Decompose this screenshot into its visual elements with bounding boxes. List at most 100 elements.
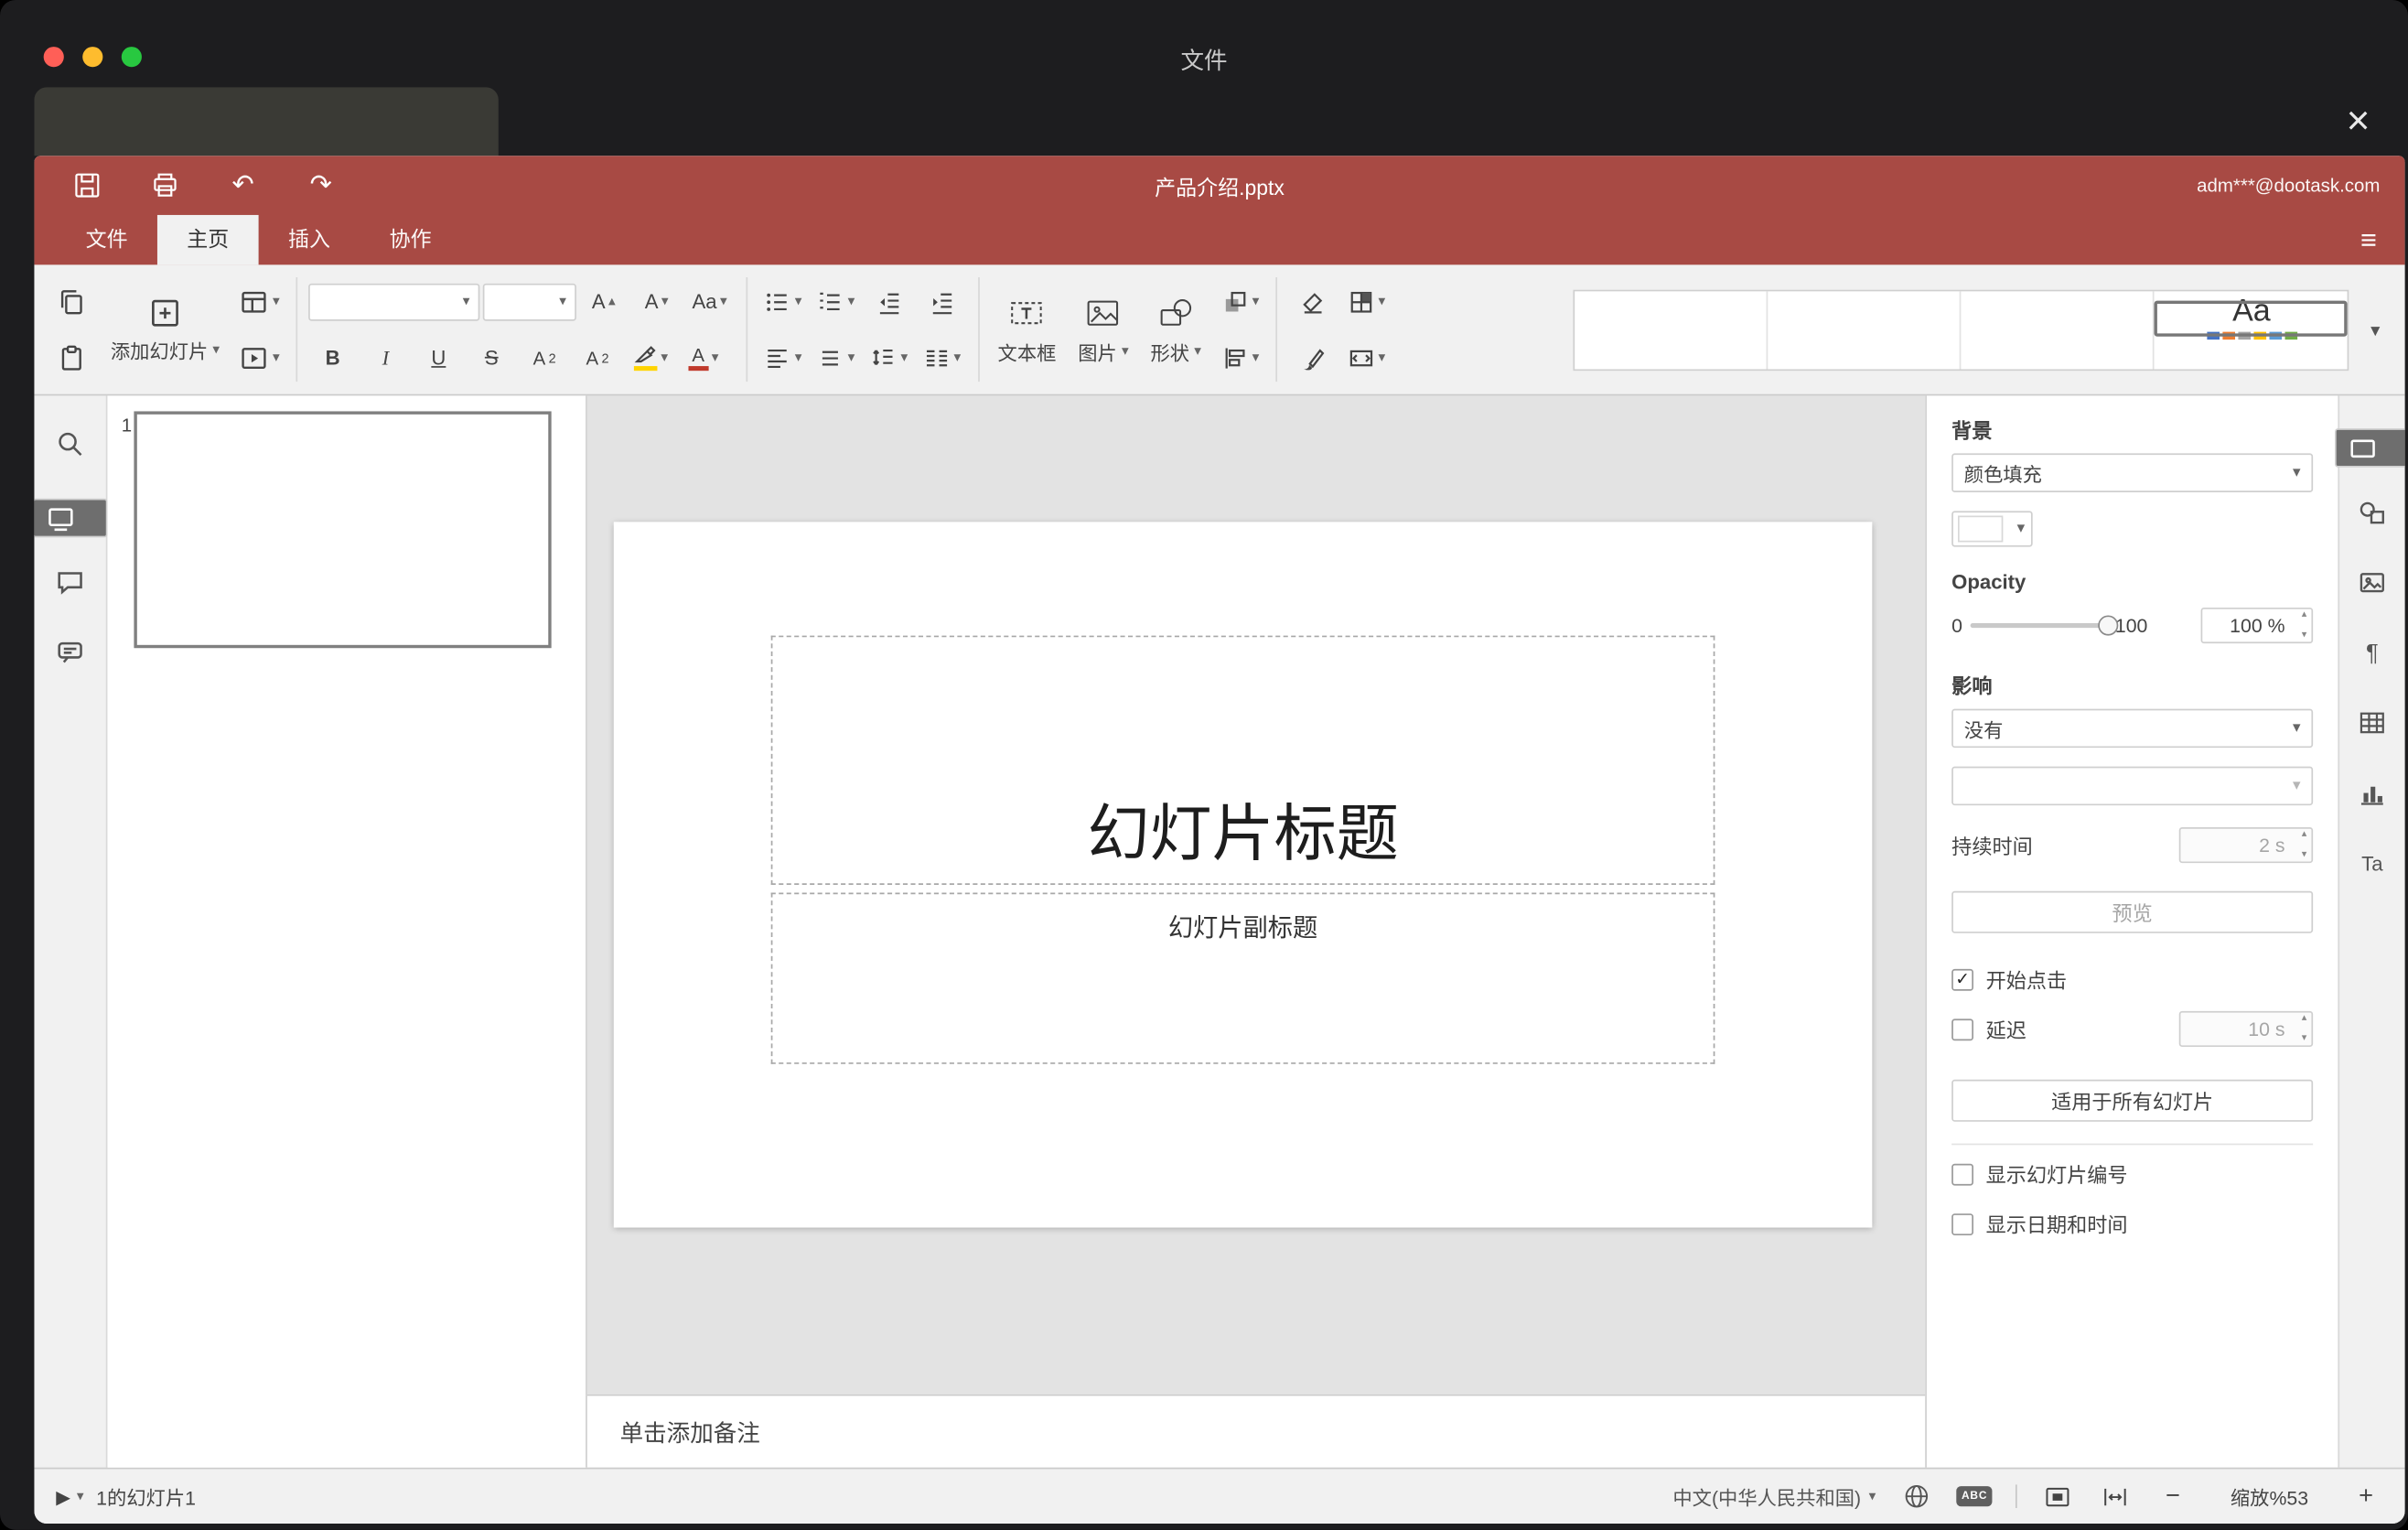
- horizontal-align-button[interactable]: ▾: [758, 336, 807, 380]
- close-icon[interactable]: ×: [2333, 93, 2382, 146]
- opacity-slider[interactable]: [1970, 615, 2119, 636]
- canvas-column: 幻灯片标题 幻灯片副标题 单击添加备注: [586, 395, 1926, 1468]
- vertical-align-button[interactable]: ▾: [811, 336, 860, 380]
- italic-button[interactable]: I: [360, 336, 410, 380]
- spinner-icons[interactable]: ▴ ▾: [2302, 1013, 2307, 1043]
- font-size-select[interactable]: ▾: [482, 282, 576, 320]
- slide-layout-icon[interactable]: ▾: [233, 280, 284, 324]
- zoom-out-icon[interactable]: −: [2155, 1479, 2189, 1513]
- start-slideshow-status-button[interactable]: ▶ ▾: [56, 1485, 83, 1507]
- slide-settings-icon[interactable]: [2334, 428, 2405, 468]
- add-slide-button[interactable]: 添加幻灯片 ▾: [100, 264, 231, 393]
- insert-image-button[interactable]: 图片 ▾: [1067, 264, 1139, 393]
- underline-button[interactable]: U: [414, 336, 463, 380]
- highlight-color-button[interactable]: ▾: [626, 336, 675, 380]
- bullet-list-button[interactable]: ▾: [758, 280, 807, 324]
- chevron-down-icon: ▾: [847, 349, 855, 365]
- image-settings-icon[interactable]: [2348, 557, 2397, 607]
- background-fill-select[interactable]: 颜色填充 ▾: [1951, 453, 2314, 492]
- theme-option-selected[interactable]: Aa: [2154, 296, 2348, 340]
- show-slide-number-checkbox[interactable]: [1951, 1162, 1974, 1185]
- redo-icon[interactable]: ↷: [302, 167, 339, 204]
- shape-settings-icon[interactable]: [2348, 488, 2397, 537]
- chevron-down-icon: ▾: [847, 293, 855, 309]
- delay-checkbox[interactable]: [1951, 1018, 1974, 1040]
- start-on-click-checkbox[interactable]: ✓: [1951, 968, 1974, 990]
- chevron-down-icon: ▾: [1194, 341, 1201, 358]
- effect-option-select[interactable]: ▾: [1951, 766, 2314, 806]
- paragraph-settings-icon[interactable]: ¶: [2348, 628, 2397, 677]
- zoom-in-icon[interactable]: +: [2349, 1479, 2382, 1513]
- title-placeholder[interactable]: 幻灯片标题: [770, 635, 1715, 885]
- search-icon[interactable]: [45, 419, 94, 469]
- increase-indent-button[interactable]: [917, 280, 966, 324]
- table-settings-icon[interactable]: [2348, 698, 2397, 748]
- tab-file[interactable]: 文件: [56, 215, 157, 264]
- tab-home[interactable]: 主页: [156, 214, 259, 265]
- spellcheck-icon[interactable]: ABC: [1956, 1486, 1993, 1507]
- fit-slide-icon[interactable]: [2040, 1479, 2074, 1513]
- background-color-select[interactable]: ▾: [1951, 511, 2033, 547]
- clear-style-icon[interactable]: [1288, 280, 1338, 324]
- paste-icon[interactable]: [47, 336, 96, 380]
- decrease-indent-button[interactable]: [864, 280, 913, 324]
- spinner-icons[interactable]: ▴ ▾: [2302, 609, 2307, 640]
- language-selector[interactable]: 中文(中华人民共和国) ▾: [1672, 1482, 1876, 1511]
- theme-gallery-expand-icon[interactable]: ▾: [2355, 264, 2395, 393]
- arrange-shapes-button[interactable]: ▾: [1215, 280, 1264, 324]
- start-slideshow-icon[interactable]: ▾: [233, 336, 284, 380]
- slide-thumbnail[interactable]: [134, 411, 552, 649]
- effect-select[interactable]: 没有 ▾: [1951, 708, 2314, 749]
- shape-fill-icon[interactable]: ▾: [1341, 280, 1391, 324]
- print-icon[interactable]: [146, 167, 184, 204]
- copy-icon[interactable]: [47, 280, 96, 324]
- bold-button[interactable]: B: [307, 336, 357, 380]
- slides-panel-icon[interactable]: [34, 498, 108, 538]
- spinner-icons[interactable]: ▴ ▾: [2302, 830, 2307, 859]
- fit-width-icon[interactable]: [2098, 1479, 2132, 1513]
- tab-insert[interactable]: 插入: [259, 215, 360, 264]
- preview-button[interactable]: 预览: [1951, 890, 2314, 933]
- theme-option-1[interactable]: [1575, 290, 1768, 369]
- columns-button[interactable]: ▾: [917, 336, 966, 380]
- apply-to-all-slides-button[interactable]: 适用于所有幻灯片: [1951, 1079, 2314, 1122]
- notes-area[interactable]: 单击添加备注: [586, 1394, 1926, 1468]
- chevron-down-icon: ▾: [76, 1487, 84, 1503]
- superscript-button[interactable]: A2: [520, 336, 569, 380]
- numbered-list-button[interactable]: ▾: [811, 280, 860, 324]
- increase-font-size-button[interactable]: A ▴: [579, 280, 629, 324]
- slide-canvas-area[interactable]: 幻灯片标题 幻灯片副标题: [586, 395, 1926, 1395]
- comments-icon[interactable]: [45, 557, 94, 607]
- delay-input[interactable]: 10 s ▴ ▾: [2178, 1010, 2314, 1048]
- zoom-level-label[interactable]: 缩放%53: [2213, 1482, 2326, 1511]
- opacity-input[interactable]: 100 % ▴ ▾: [2200, 607, 2314, 644]
- show-date-checkbox[interactable]: [1951, 1212, 1974, 1235]
- opacity-slider-knob[interactable]: [2098, 615, 2119, 636]
- chat-icon[interactable]: [45, 628, 94, 677]
- subtitle-placeholder[interactable]: 幻灯片副标题: [770, 892, 1715, 1064]
- insert-shape-button[interactable]: 形状 ▾: [1140, 264, 1212, 393]
- slide-size-icon[interactable]: ▾: [1341, 336, 1391, 380]
- theme-option-3[interactable]: [1961, 290, 2155, 369]
- undo-icon[interactable]: ↶: [224, 167, 262, 204]
- duration-input[interactable]: 2 s ▴ ▾: [2178, 827, 2314, 864]
- copy-style-icon[interactable]: [1288, 336, 1338, 380]
- font-color-button[interactable]: A ▾: [679, 336, 728, 380]
- textart-settings-icon[interactable]: Ta: [2348, 838, 2397, 888]
- line-spacing-button[interactable]: ▾: [864, 336, 913, 380]
- slide[interactable]: 幻灯片标题 幻灯片副标题: [613, 522, 1873, 1228]
- save-icon[interactable]: [69, 167, 106, 204]
- set-language-globe-icon[interactable]: [1899, 1479, 1933, 1513]
- insert-textbox-button[interactable]: 文本框: [987, 264, 1068, 393]
- tab-collaboration[interactable]: 协作: [360, 215, 461, 264]
- chart-settings-icon[interactable]: [2348, 768, 2397, 817]
- theme-option-2[interactable]: [1768, 290, 1962, 369]
- hamburger-menu-icon[interactable]: ≡: [2354, 215, 2383, 264]
- subscript-button[interactable]: A2: [573, 336, 622, 380]
- change-case-button[interactable]: Aa ▾: [684, 280, 734, 324]
- decrease-font-size-button[interactable]: A ▾: [631, 280, 681, 324]
- font-name-select[interactable]: ▾: [307, 282, 479, 320]
- strikethrough-button[interactable]: S: [467, 336, 516, 380]
- align-shapes-button[interactable]: ▾: [1215, 336, 1264, 380]
- chevron-down-icon: ▾: [794, 349, 802, 365]
